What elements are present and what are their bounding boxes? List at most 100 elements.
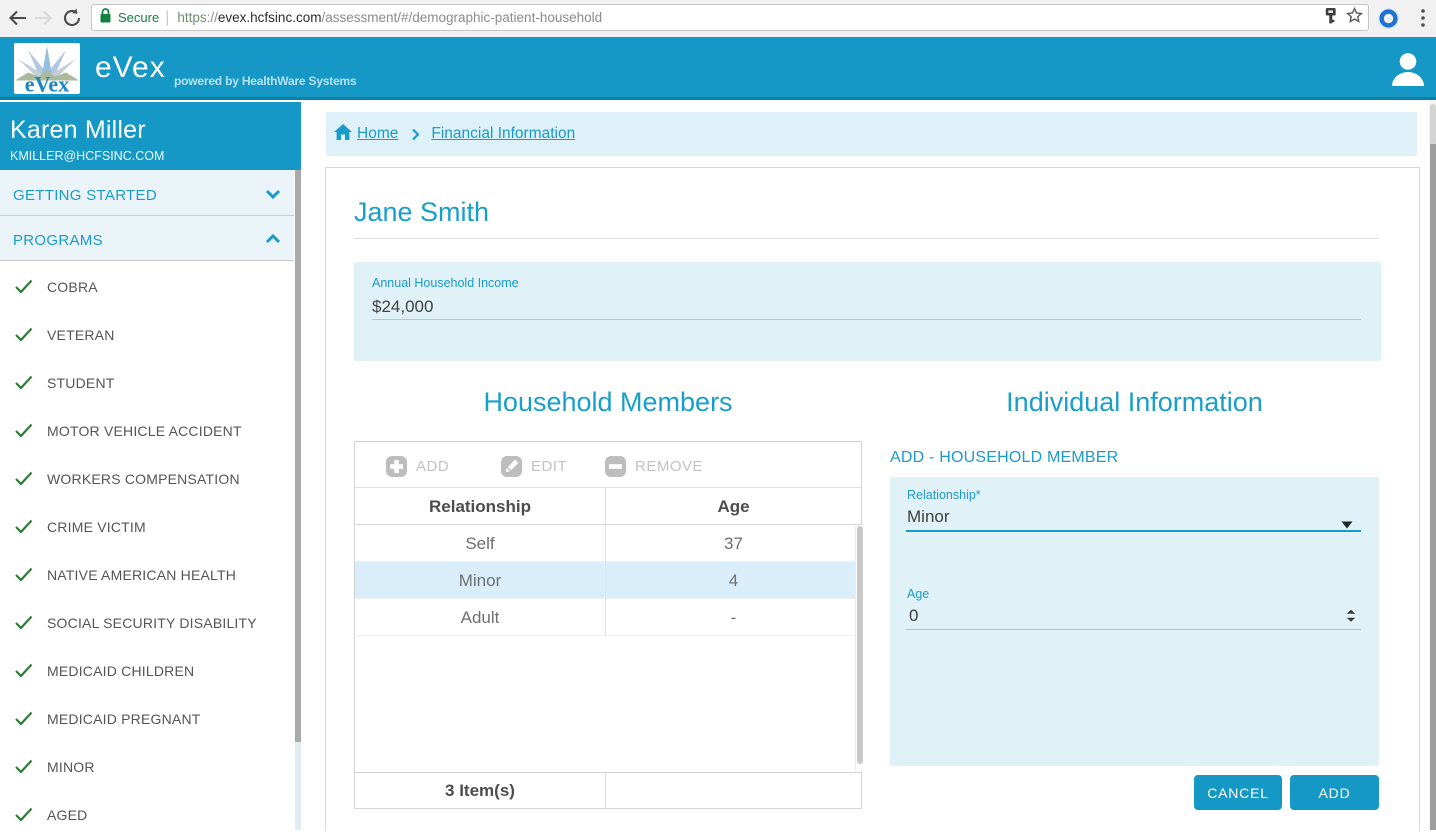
- check-icon: [14, 661, 34, 682]
- check-icon: [14, 517, 34, 538]
- table-row[interactable]: Adult-: [355, 599, 861, 636]
- sidebar-scrollbar[interactable]: [294, 170, 301, 830]
- edit-member-button[interactable]: EDIT: [501, 456, 567, 477]
- sidebar-scrollbar-thumb[interactable]: [295, 170, 301, 742]
- program-list-item[interactable]: NATIVE AMERICAN HEALTH: [0, 551, 294, 599]
- program-list-item[interactable]: COBRA: [0, 263, 294, 311]
- table-header: Relationship Age: [355, 488, 861, 525]
- sidebar-scrollbar-track: [295, 742, 301, 830]
- breadcrumb: Home Financial Information: [326, 112, 1417, 156]
- program-list-item[interactable]: VETERAN: [0, 311, 294, 359]
- column-header-age: Age: [606, 488, 861, 525]
- reload-button[interactable]: [58, 4, 86, 32]
- individual-information-heading: Individual Information: [890, 387, 1379, 418]
- patient-name: Jane Smith: [354, 197, 489, 228]
- address-separator: |: [165, 9, 169, 27]
- cell-relationship[interactable]: Minor: [355, 562, 606, 599]
- check-icon: [14, 373, 34, 394]
- password-key-icon[interactable]: [1323, 7, 1338, 29]
- bookmark-star-icon[interactable]: [1346, 7, 1363, 28]
- program-list-item[interactable]: MOTOR VEHICLE ACCIDENT: [0, 407, 294, 455]
- cell-relationship[interactable]: Self: [355, 525, 606, 562]
- chevron-up-icon: [265, 231, 281, 249]
- address-bar[interactable]: Secure | https://evex.hcfsinc.com/assess…: [91, 4, 1369, 31]
- evex-logo: eVex: [14, 43, 80, 94]
- cell-age[interactable]: 4: [606, 562, 861, 599]
- relationship-select-underline: [906, 530, 1361, 532]
- page-scrollbar-thumb[interactable]: [1430, 144, 1436, 830]
- forward-button[interactable]: [29, 4, 57, 32]
- remove-member-button[interactable]: REMOVE: [605, 456, 703, 477]
- add-button[interactable]: ADD: [1290, 775, 1379, 810]
- income-label: Annual Household Income: [372, 276, 519, 290]
- main-content: Home Financial Information Jane Smith An…: [301, 100, 1430, 830]
- user-email: KMILLER@HCFSINC.COM: [10, 149, 301, 163]
- page-scrollbar-track-top: [1430, 104, 1436, 146]
- table-toolbar: ADD EDIT REMOVE: [355, 442, 861, 488]
- powered-by: powered by HealthWare Systems: [174, 74, 357, 88]
- breadcrumb-home-link[interactable]: Home: [357, 125, 398, 143]
- url-text: https://evex.hcfsinc.com/assessment/#/de…: [177, 10, 602, 25]
- program-list-item[interactable]: MINOR: [0, 743, 294, 791]
- content-card: Jane Smith Annual Household Income $24,0…: [325, 167, 1420, 831]
- sidebar: Karen Miller KMILLER@HCFSINC.COM GETTING…: [0, 100, 301, 830]
- program-list-item[interactable]: SOCIAL SECURITY DISABILITY: [0, 599, 294, 647]
- check-icon: [14, 277, 34, 298]
- check-icon: [14, 709, 34, 730]
- secure-label: Secure: [118, 10, 159, 25]
- table-scrollbar-thumb[interactable]: [857, 526, 863, 764]
- program-list-item[interactable]: WORKERS COMPENSATION: [0, 455, 294, 503]
- table-footer: 3 Item(s): [355, 772, 861, 808]
- chevron-down-icon: [265, 186, 281, 204]
- check-icon: [14, 805, 34, 826]
- column-header-relationship: Relationship: [355, 488, 606, 525]
- table-row[interactable]: Minor4: [355, 562, 861, 599]
- cell-age[interactable]: 37: [606, 525, 861, 562]
- table-row[interactable]: Self37: [355, 525, 861, 562]
- back-button[interactable]: [4, 4, 32, 32]
- logo-text: eVex: [25, 72, 69, 95]
- income-input[interactable]: $24,000: [372, 297, 433, 317]
- program-list-item[interactable]: AGED: [0, 791, 294, 839]
- age-input-underline: [906, 629, 1361, 630]
- relationship-label: Relationship*: [907, 488, 981, 502]
- program-list-item[interactable]: MEDICAID PREGNANT: [0, 695, 294, 743]
- browser-toolbar: Secure | https://evex.hcfsinc.com/assess…: [0, 0, 1436, 37]
- check-icon: [14, 325, 34, 346]
- app-header: eVex eVex powered by HealthWare Systems: [0, 37, 1436, 100]
- sidebar-user-panel: Karen Miller KMILLER@HCFSINC.COM: [0, 102, 301, 170]
- check-icon: [14, 565, 34, 586]
- cell-relationship[interactable]: Adult: [355, 599, 606, 636]
- user-avatar-icon[interactable]: [1390, 46, 1426, 95]
- program-list: COBRA VETERAN STUDENT MOTOR VEHI: [0, 263, 294, 839]
- age-input[interactable]: 0: [909, 606, 918, 626]
- age-label: Age: [907, 587, 929, 601]
- breadcrumb-current-link[interactable]: Financial Information: [431, 125, 575, 143]
- minus-icon: [605, 456, 626, 477]
- number-spinner-icon[interactable]: [1346, 609, 1356, 628]
- program-list-item[interactable]: MEDICAID CHILDREN: [0, 647, 294, 695]
- household-members-table: ADD EDIT REMOVE Relationship Age Self37M…: [354, 441, 862, 809]
- program-list-item[interactable]: CRIME VICTIM: [0, 503, 294, 551]
- browser-profile-icon[interactable]: [1378, 8, 1399, 34]
- form-title: ADD - HOUSEHOLD MEMBER: [890, 449, 1118, 467]
- sidebar-item-getting-started[interactable]: GETTING STARTED: [0, 170, 294, 216]
- relationship-select[interactable]: Minor: [907, 507, 950, 527]
- cell-age[interactable]: -: [606, 599, 861, 636]
- program-list-item[interactable]: STUDENT: [0, 359, 294, 407]
- check-icon: [14, 613, 34, 634]
- dropdown-caret-icon[interactable]: [1341, 516, 1353, 534]
- add-member-button[interactable]: ADD: [386, 456, 449, 477]
- page-scrollbar[interactable]: [1429, 100, 1436, 830]
- sidebar-item-programs[interactable]: PROGRAMS: [0, 216, 294, 261]
- home-icon[interactable]: [334, 124, 352, 145]
- pencil-icon: [501, 456, 522, 477]
- user-name: Karen Miller: [10, 116, 301, 145]
- browser-menu-icon[interactable]: [1415, 4, 1431, 32]
- breadcrumb-separator-icon: [411, 128, 420, 141]
- plus-icon: [386, 456, 407, 477]
- table-scrollbar[interactable]: [855, 525, 862, 772]
- check-icon: [14, 469, 34, 490]
- cancel-button[interactable]: CANCEL: [1194, 775, 1282, 810]
- brand-name: eVex: [95, 51, 166, 85]
